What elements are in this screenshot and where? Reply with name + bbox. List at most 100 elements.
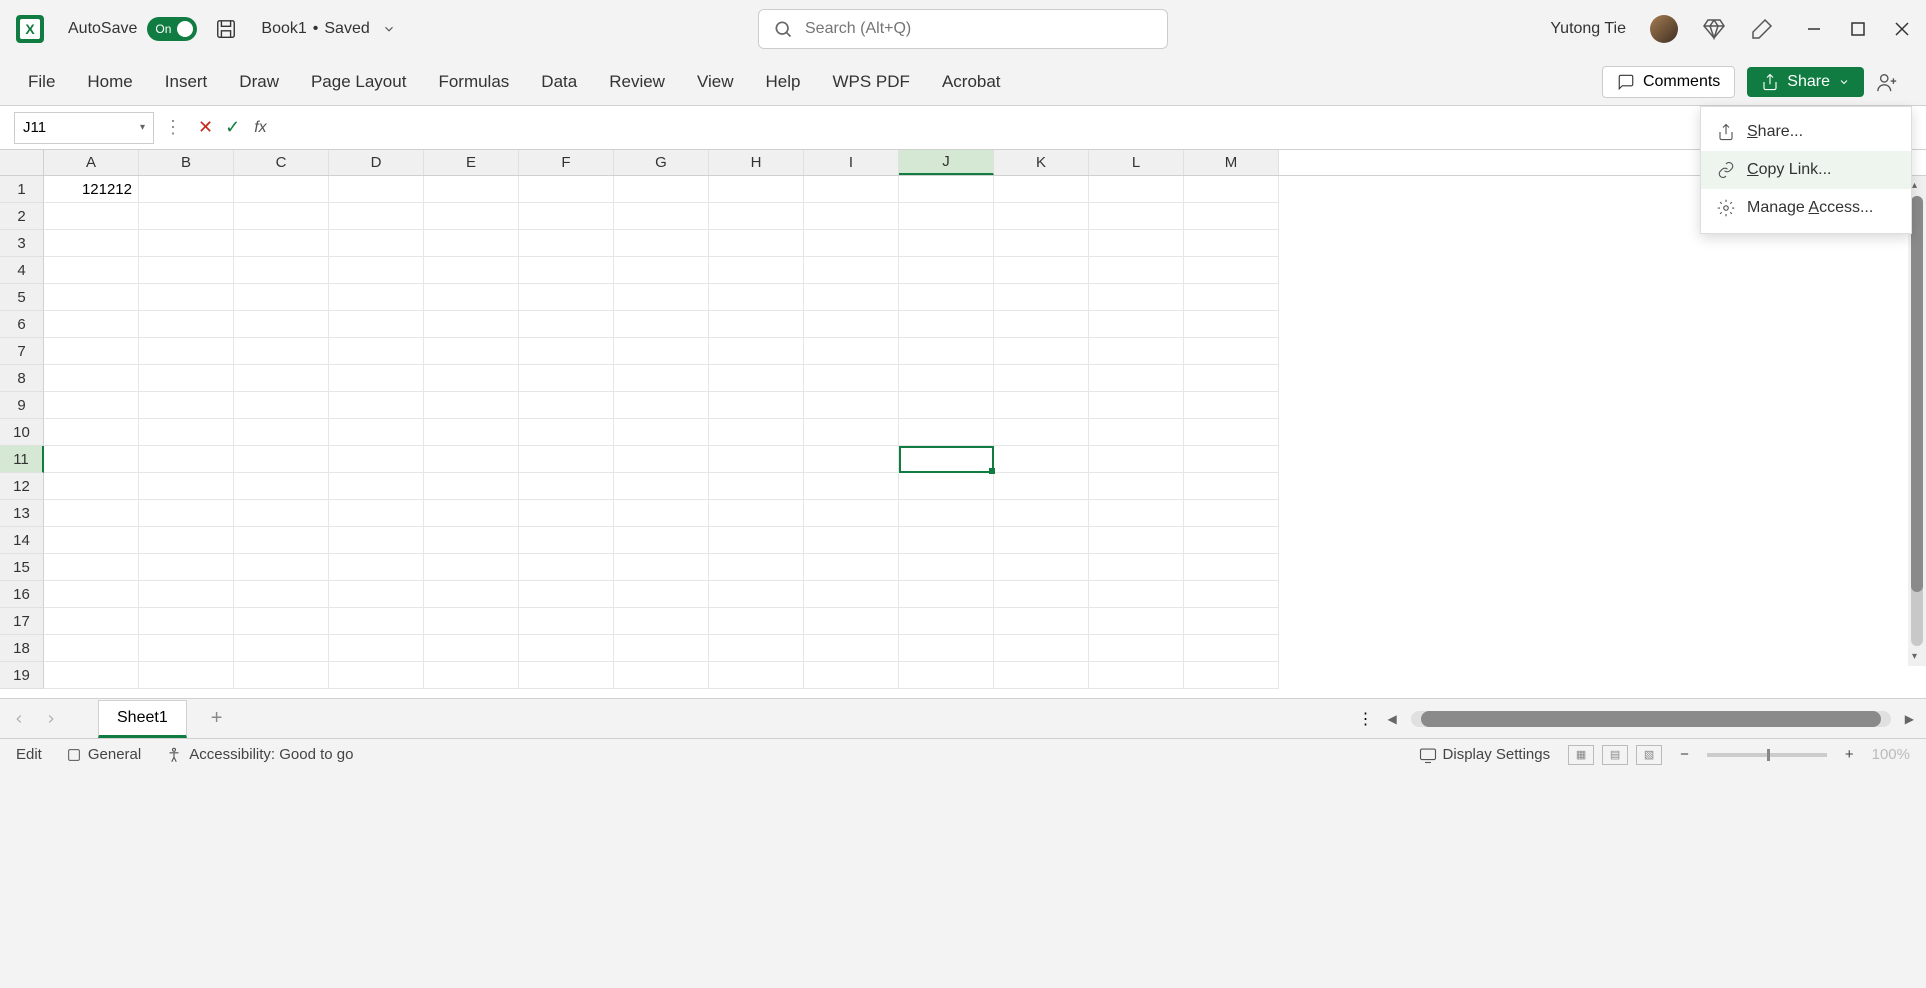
autosave-toggle[interactable]: On (147, 17, 197, 41)
cell-C17[interactable] (234, 608, 329, 635)
cell-H1[interactable] (709, 176, 804, 203)
cell-B3[interactable] (139, 230, 234, 257)
cell-I4[interactable] (804, 257, 899, 284)
cell-G14[interactable] (614, 527, 709, 554)
cell-E6[interactable] (424, 311, 519, 338)
cell-B15[interactable] (139, 554, 234, 581)
cell-E12[interactable] (424, 473, 519, 500)
cell-A6[interactable] (44, 311, 139, 338)
save-icon[interactable] (215, 18, 237, 40)
cell-H4[interactable] (709, 257, 804, 284)
cell-B6[interactable] (139, 311, 234, 338)
cell-J3[interactable] (899, 230, 994, 257)
cell-I15[interactable] (804, 554, 899, 581)
cell-G7[interactable] (614, 338, 709, 365)
cell-K2[interactable] (994, 203, 1089, 230)
cell-F8[interactable] (519, 365, 614, 392)
row-header-11[interactable]: 11 (0, 446, 44, 473)
ribbon-tab-view[interactable]: View (697, 72, 734, 92)
enter-icon[interactable]: ✓ (225, 117, 240, 138)
cell-A1[interactable]: 121212 (44, 176, 139, 203)
ribbon-tab-wps-pdf[interactable]: WPS PDF (832, 72, 909, 92)
cell-I2[interactable] (804, 203, 899, 230)
cell-D18[interactable] (329, 635, 424, 662)
view-pagebreak-button[interactable]: ▧ (1636, 745, 1662, 765)
cell-M15[interactable] (1184, 554, 1279, 581)
cell-M18[interactable] (1184, 635, 1279, 662)
cell-J12[interactable] (899, 473, 994, 500)
cell-I6[interactable] (804, 311, 899, 338)
cell-M2[interactable] (1184, 203, 1279, 230)
cell-L2[interactable] (1089, 203, 1184, 230)
col-header-A[interactable]: A (44, 150, 139, 175)
cell-J14[interactable] (899, 527, 994, 554)
cell-J7[interactable] (899, 338, 994, 365)
cell-A16[interactable] (44, 581, 139, 608)
cell-H11[interactable] (709, 446, 804, 473)
col-header-K[interactable]: K (994, 150, 1089, 175)
cell-F19[interactable] (519, 662, 614, 689)
cell-B17[interactable] (139, 608, 234, 635)
cell-C15[interactable] (234, 554, 329, 581)
cell-F6[interactable] (519, 311, 614, 338)
cell-H6[interactable] (709, 311, 804, 338)
display-settings[interactable]: Display Settings (1419, 746, 1551, 764)
cell-G1[interactable] (614, 176, 709, 203)
cancel-icon[interactable]: ✕ (198, 117, 213, 138)
presence-icon[interactable] (1876, 71, 1898, 93)
cell-D1[interactable] (329, 176, 424, 203)
view-pagelayout-button[interactable]: ▤ (1602, 745, 1628, 765)
row-header-2[interactable]: 2 (0, 203, 44, 230)
share-menu-copy-link[interactable]: Copy Link... (1701, 151, 1911, 189)
cell-C9[interactable] (234, 392, 329, 419)
cell-E10[interactable] (424, 419, 519, 446)
cell-A12[interactable] (44, 473, 139, 500)
sheet-options-icon[interactable]: ⋮ (1358, 709, 1374, 729)
document-title[interactable]: Book1 • Saved (261, 20, 395, 38)
cell-A14[interactable] (44, 527, 139, 554)
cell-L16[interactable] (1089, 581, 1184, 608)
cell-C6[interactable] (234, 311, 329, 338)
cell-E18[interactable] (424, 635, 519, 662)
cell-G9[interactable] (614, 392, 709, 419)
search-input[interactable] (805, 20, 1153, 38)
cell-L19[interactable] (1089, 662, 1184, 689)
cell-B8[interactable] (139, 365, 234, 392)
scroll-up-icon[interactable]: ▴ (1912, 180, 1917, 191)
cell-H18[interactable] (709, 635, 804, 662)
cell-J5[interactable] (899, 284, 994, 311)
cell-K14[interactable] (994, 527, 1089, 554)
cell-H5[interactable] (709, 284, 804, 311)
cell-F16[interactable] (519, 581, 614, 608)
ribbon-tab-page-layout[interactable]: Page Layout (311, 72, 406, 92)
fx-icon[interactable]: fx (254, 119, 266, 137)
status-accessibility[interactable]: Accessibility: Good to go (165, 746, 353, 764)
cell-G8[interactable] (614, 365, 709, 392)
cell-F2[interactable] (519, 203, 614, 230)
cell-D13[interactable] (329, 500, 424, 527)
cell-I18[interactable] (804, 635, 899, 662)
cell-D2[interactable] (329, 203, 424, 230)
cell-K7[interactable] (994, 338, 1089, 365)
cell-C5[interactable] (234, 284, 329, 311)
cell-C14[interactable] (234, 527, 329, 554)
cell-I12[interactable] (804, 473, 899, 500)
cell-E2[interactable] (424, 203, 519, 230)
row-header-19[interactable]: 19 (0, 662, 44, 689)
cell-E16[interactable] (424, 581, 519, 608)
cell-K19[interactable] (994, 662, 1089, 689)
cell-B9[interactable] (139, 392, 234, 419)
cell-L10[interactable] (1089, 419, 1184, 446)
cell-F1[interactable] (519, 176, 614, 203)
cell-H16[interactable] (709, 581, 804, 608)
cell-A15[interactable] (44, 554, 139, 581)
cell-H13[interactable] (709, 500, 804, 527)
cell-D15[interactable] (329, 554, 424, 581)
cell-E8[interactable] (424, 365, 519, 392)
cell-F15[interactable] (519, 554, 614, 581)
cell-L4[interactable] (1089, 257, 1184, 284)
cell-M14[interactable] (1184, 527, 1279, 554)
cell-I5[interactable] (804, 284, 899, 311)
ribbon-tab-draw[interactable]: Draw (239, 72, 279, 92)
col-header-H[interactable]: H (709, 150, 804, 175)
